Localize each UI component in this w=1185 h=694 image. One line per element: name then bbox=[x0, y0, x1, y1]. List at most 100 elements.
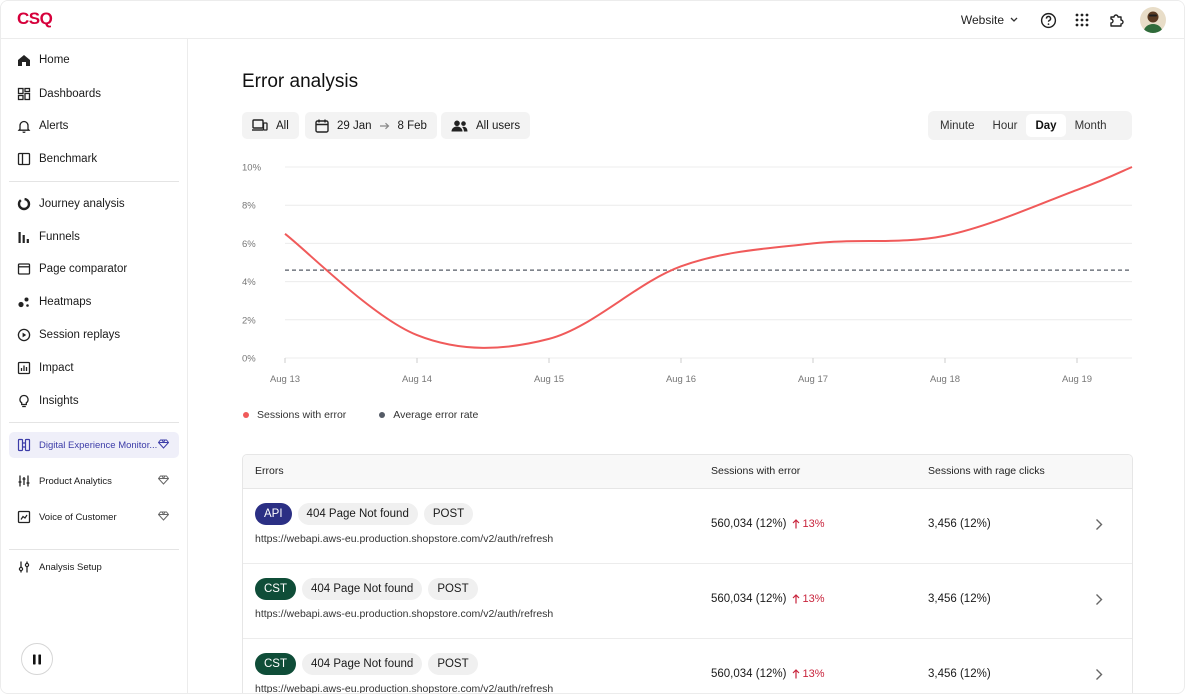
impact-icon bbox=[17, 361, 31, 375]
puzzle-icon[interactable] bbox=[1106, 10, 1126, 30]
page-comparator-icon bbox=[17, 262, 31, 276]
sidebar-item-alerts[interactable]: Alerts bbox=[9, 113, 179, 139]
granularity-toggle: Minute Hour Day Month bbox=[928, 111, 1132, 140]
sidebar-item-journey-analysis[interactable]: Journey analysis bbox=[9, 191, 179, 217]
source-tag: CST bbox=[255, 578, 296, 600]
app-window: CSQ Website Home Dashboards Alerts Benchmar… bbox=[0, 0, 1185, 694]
apps-grid-icon[interactable] bbox=[1072, 10, 1092, 30]
premium-gem-icon bbox=[158, 439, 169, 449]
y-tick-label: 0% bbox=[242, 354, 256, 365]
sidebar-item-session-replays[interactable]: Session replays bbox=[9, 322, 179, 348]
granularity-minute[interactable]: Minute bbox=[931, 114, 984, 137]
sidebar-item-insights[interactable]: Insights bbox=[9, 388, 179, 414]
chevron-right-icon[interactable] bbox=[1095, 593, 1103, 606]
home-icon bbox=[17, 53, 31, 67]
sidebar-item-home[interactable]: Home bbox=[9, 47, 179, 73]
source-tag: CST bbox=[255, 653, 296, 675]
col-errors: Errors bbox=[255, 465, 284, 477]
chevron-down-icon bbox=[1010, 17, 1018, 22]
y-tick-label: 10% bbox=[242, 163, 262, 174]
sessions-with-error-value: 560,034 (12%) 13% bbox=[711, 668, 825, 680]
y-tick-label: 2% bbox=[242, 315, 256, 326]
method-tag: POST bbox=[428, 578, 478, 600]
arrow-up-icon bbox=[793, 519, 800, 529]
x-tick-label: Aug 13 bbox=[270, 374, 300, 385]
error-url: https://webapi.aws-eu.production.shopsto… bbox=[255, 683, 554, 694]
sidebar-product-digital-experience-monitor[interactable]: Digital Experience Monitor... bbox=[9, 432, 179, 458]
granularity-day[interactable]: Day bbox=[1026, 114, 1066, 137]
sidebar: Home Dashboards Alerts Benchmark Journey ana… bbox=[1, 39, 188, 693]
source-tag: API bbox=[255, 503, 292, 525]
device-filter[interactable]: All bbox=[242, 112, 299, 139]
journey-icon bbox=[17, 197, 31, 211]
top-bar: CSQ Website bbox=[1, 1, 1184, 39]
dashboard-icon bbox=[17, 87, 31, 101]
sidebar-item-heatmaps[interactable]: Heatmaps bbox=[9, 289, 179, 315]
method-tag: POST bbox=[428, 653, 478, 675]
granularity-hour[interactable]: Hour bbox=[984, 114, 1027, 137]
devices-icon bbox=[252, 119, 268, 131]
funnel-icon bbox=[17, 230, 31, 244]
sessions-with-error-value: 560,034 (12%) 13% bbox=[711, 518, 825, 530]
avatar[interactable] bbox=[1140, 7, 1166, 33]
sidebar-item-funnels[interactable]: Funnels bbox=[9, 224, 179, 250]
error-chart: 0% 2% 4% 6% 8% 10% Aug 13 Aug 14 Aug 15 Aug 16 Aug… bbox=[242, 163, 1133, 385]
change-indicator: 13% bbox=[792, 593, 824, 605]
x-tick-label: Aug 14 bbox=[402, 374, 432, 385]
method-tag: POST bbox=[423, 503, 474, 525]
sidebar-item-dashboards[interactable]: Dashboards bbox=[9, 81, 179, 107]
rage-clicks-value: 3,456 (12%) bbox=[928, 518, 991, 530]
error-tag: 404 Page Not found bbox=[297, 503, 418, 525]
x-tick-label: Aug 18 bbox=[930, 374, 960, 385]
sidebar-item-analysis-setup[interactable]: Analysis Setup bbox=[9, 554, 179, 580]
sessions-with-error-value: 560,034 (12%) 13% bbox=[711, 593, 825, 605]
y-tick-label: 6% bbox=[242, 239, 256, 250]
main-content: Error analysis All 29 Jan 8 Feb All user… bbox=[188, 39, 1184, 694]
sidebar-item-benchmark[interactable]: Benchmark bbox=[9, 146, 179, 172]
rage-clicks-value: 3,456 (12%) bbox=[928, 668, 991, 680]
x-tick-label: Aug 19 bbox=[1062, 374, 1092, 385]
date-range-filter[interactable]: 29 Jan 8 Feb bbox=[305, 112, 437, 139]
segment-filter[interactable]: All users bbox=[441, 112, 531, 139]
help-icon[interactable] bbox=[1038, 10, 1058, 30]
heatmap-icon bbox=[17, 295, 31, 309]
legend-label-average: Average error rate bbox=[393, 409, 479, 421]
sidebar-item-impact[interactable]: Impact bbox=[9, 355, 179, 381]
legend-dot-errors bbox=[243, 412, 249, 418]
change-indicator: 13% bbox=[792, 518, 824, 530]
errors-table: Errors Sessions with error Sessions with… bbox=[242, 454, 1133, 694]
chart-legend: Sessions with error Average error rate bbox=[243, 409, 478, 421]
chevron-right-icon[interactable] bbox=[1095, 668, 1103, 681]
y-tick-label: 8% bbox=[242, 201, 256, 212]
error-tag: 404 Page Not found bbox=[302, 653, 423, 675]
table-row[interactable]: CST 404 Page Not found POST https://webapi.… bbox=[243, 564, 1132, 639]
sessions-with-error-line bbox=[284, 166, 1133, 349]
pause-icon bbox=[33, 654, 41, 664]
table-row[interactable]: CST 404 Page Not found POST https://webapi.… bbox=[243, 639, 1132, 694]
legend-dot-average bbox=[379, 412, 386, 418]
site-selector[interactable]: Website bbox=[961, 13, 1018, 27]
play-circle-icon bbox=[17, 328, 31, 342]
x-tick-label: Aug 15 bbox=[534, 374, 564, 385]
chevron-right-icon[interactable] bbox=[1095, 518, 1103, 531]
premium-gem-icon bbox=[158, 511, 169, 521]
table-row[interactable]: API 404 Page Not found POST https://webapi.… bbox=[243, 489, 1132, 564]
voc-icon bbox=[17, 510, 31, 524]
calendar-icon bbox=[315, 119, 329, 133]
pause-button[interactable] bbox=[21, 643, 53, 675]
table-header: Errors Sessions with error Sessions with… bbox=[243, 455, 1132, 489]
logo: CSQ bbox=[17, 9, 53, 28]
premium-gem-icon bbox=[158, 475, 169, 485]
sidebar-product-product-analytics[interactable]: Product Analytics bbox=[9, 468, 179, 494]
arrow-up-icon bbox=[793, 594, 800, 604]
sidebar-item-page-comparator[interactable]: Page comparator bbox=[9, 256, 179, 282]
bell-icon bbox=[17, 119, 31, 133]
rage-clicks-value: 3,456 (12%) bbox=[928, 593, 991, 605]
sliders-icon bbox=[17, 560, 31, 574]
granularity-month[interactable]: Month bbox=[1066, 114, 1116, 137]
arrow-right-icon bbox=[379, 122, 389, 129]
page-title: Error analysis bbox=[242, 71, 359, 92]
error-tag: 404 Page Not found bbox=[302, 578, 423, 600]
sidebar-product-voice-of-customer[interactable]: Voice of Customer bbox=[9, 504, 179, 530]
error-url: https://webapi.aws-eu.production.shopsto… bbox=[255, 533, 554, 545]
